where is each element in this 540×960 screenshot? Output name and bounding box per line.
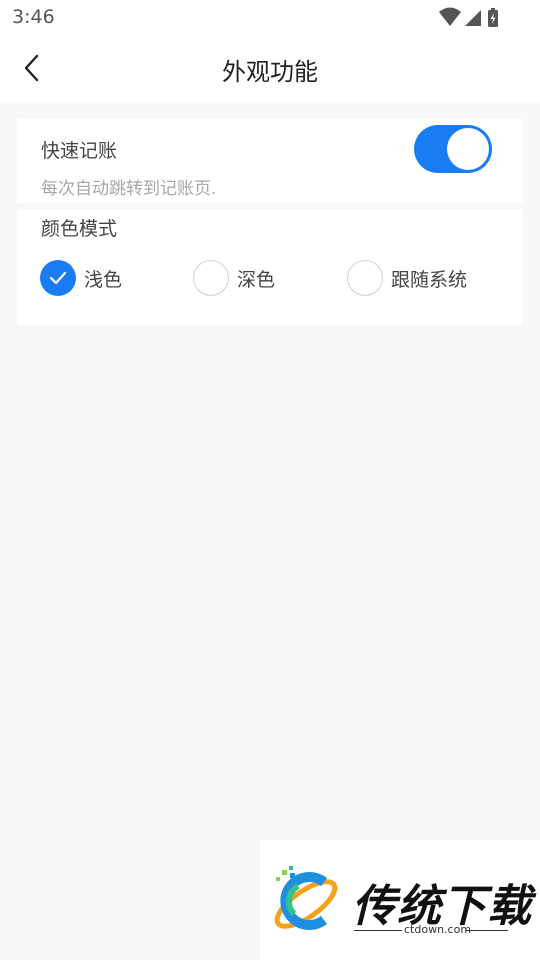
color-mode-title: 颜色模式 — [41, 218, 118, 240]
watermark-domain: ctdown.com — [404, 923, 472, 936]
battery-charging-icon — [488, 8, 498, 27]
color-mode-card: 颜色模式 浅色 深色 跟随系统 — [17, 209, 523, 325]
watermark-rule-right — [466, 930, 508, 931]
radio-option-system[interactable]: 跟随系统 — [347, 259, 467, 297]
watermark: 传统下载 ctdown.com — [260, 840, 540, 960]
cell-signal-icon — [465, 10, 481, 26]
page-title: 外观功能 — [222, 58, 318, 86]
status-icons — [438, 7, 500, 29]
radio-unchecked-icon — [347, 260, 383, 296]
status-bar: 3:46 — [0, 0, 540, 36]
quick-entry-title: 快速记账 — [41, 140, 118, 162]
status-time: 3:46 — [12, 6, 55, 28]
radio-unchecked-icon — [193, 260, 229, 296]
quick-entry-card: 快速记账 每次自动跳转到记账页. — [17, 119, 523, 203]
app-header: 外观功能 — [0, 36, 540, 102]
toggle-knob — [447, 128, 489, 170]
quick-entry-toggle[interactable] — [414, 125, 492, 173]
quick-entry-description: 每次自动跳转到记账页. — [41, 179, 217, 199]
watermark-logo-icon — [274, 866, 338, 930]
radio-option-light[interactable]: 浅色 — [40, 259, 122, 297]
wifi-icon — [439, 7, 461, 26]
check-icon — [49, 271, 67, 285]
radio-label-dark: 深色 — [237, 268, 276, 291]
radio-option-dark[interactable]: 深色 — [193, 259, 275, 297]
radio-label-light: 浅色 — [84, 268, 123, 291]
radio-checked-icon — [40, 260, 76, 296]
radio-label-system: 跟随系统 — [391, 268, 468, 291]
watermark-rule-left — [354, 930, 402, 931]
status-icons-svg — [439, 7, 498, 27]
